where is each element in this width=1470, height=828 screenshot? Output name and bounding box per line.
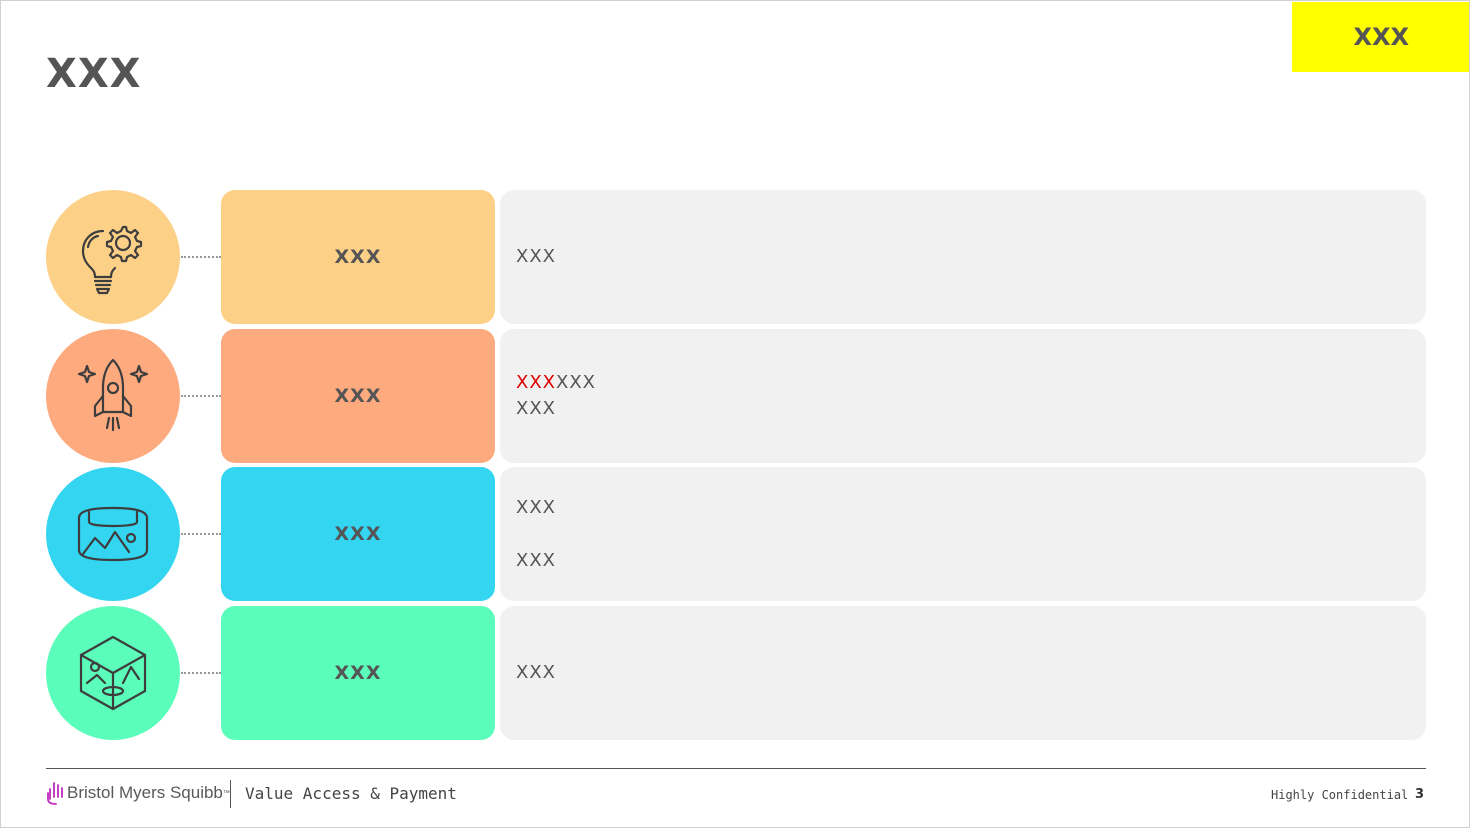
row-2-connector xyxy=(181,395,221,397)
row-2-label-box: XXX xyxy=(221,329,495,463)
row-4-line-1: XXX xyxy=(516,662,556,683)
row-4-content: XXX xyxy=(500,606,1426,740)
row-3: XXX XXX XXX xyxy=(1,467,1469,602)
row-3-label: XXX xyxy=(334,523,382,545)
row-1-line-1: XXX xyxy=(516,246,556,267)
row-4-label-box: XXX xyxy=(221,606,495,740)
row-4-circle xyxy=(46,606,180,740)
cube-image-icon xyxy=(79,635,147,711)
panorama-icon xyxy=(77,506,149,562)
status-tag: XXX xyxy=(1292,2,1469,72)
row-1: XXX XXX xyxy=(1,190,1469,325)
row-1-circle xyxy=(46,190,180,324)
brand-name: Bristol Myers Squibb xyxy=(67,783,223,802)
lightbulb-gear-icon xyxy=(81,225,143,295)
row-1-label-box: XXX xyxy=(221,190,495,324)
row-3-circle xyxy=(46,467,180,601)
footer-rule xyxy=(46,768,1426,769)
row-2-line-1: XXXXXX xyxy=(516,370,1426,396)
row-2-label: XXX xyxy=(334,385,382,407)
row-1-connector xyxy=(181,256,221,258)
row-2-circle xyxy=(46,329,180,463)
row-2: XXX XXXXXX XXX xyxy=(1,329,1469,464)
department-name: Value Access & Payment xyxy=(245,784,457,803)
row-2-content: XXXXXX XXX xyxy=(500,329,1426,463)
page-number: 3 xyxy=(1415,787,1425,802)
row-4-label: XXX xyxy=(334,662,382,684)
rocket-icon xyxy=(77,358,149,432)
row-1-label: XXX xyxy=(334,246,382,268)
row-3-content: XXX XXX xyxy=(500,467,1426,601)
row-1-content: XXX xyxy=(500,190,1426,324)
slide-title: XXX xyxy=(46,51,142,97)
row-4-connector xyxy=(181,672,221,674)
row-2-highlight-text: XXX xyxy=(516,372,556,393)
row-3-line-2: XXX xyxy=(516,549,556,571)
row-4: XXX XXX xyxy=(1,606,1469,741)
row-3-label-box: XXX xyxy=(221,467,495,601)
row-3-line-1: XXX xyxy=(516,496,556,518)
row-2-line-2: XXX xyxy=(516,398,556,419)
confidentiality-label: Highly Confidential xyxy=(1271,788,1409,802)
slide: XXX XXX XXX XXX XXX XXXXXX XXX XXX XXX X… xyxy=(0,0,1470,828)
brand-hand-icon xyxy=(47,782,63,805)
brand-tm: ™ xyxy=(222,789,230,797)
footer-divider xyxy=(230,780,231,808)
status-tag-label: XXX xyxy=(1353,23,1409,51)
row-3-connector xyxy=(181,533,221,535)
brand-logo: Bristol Myers Squibb ™ xyxy=(46,781,230,805)
row-2-line-1-rest: XXX xyxy=(556,372,596,393)
